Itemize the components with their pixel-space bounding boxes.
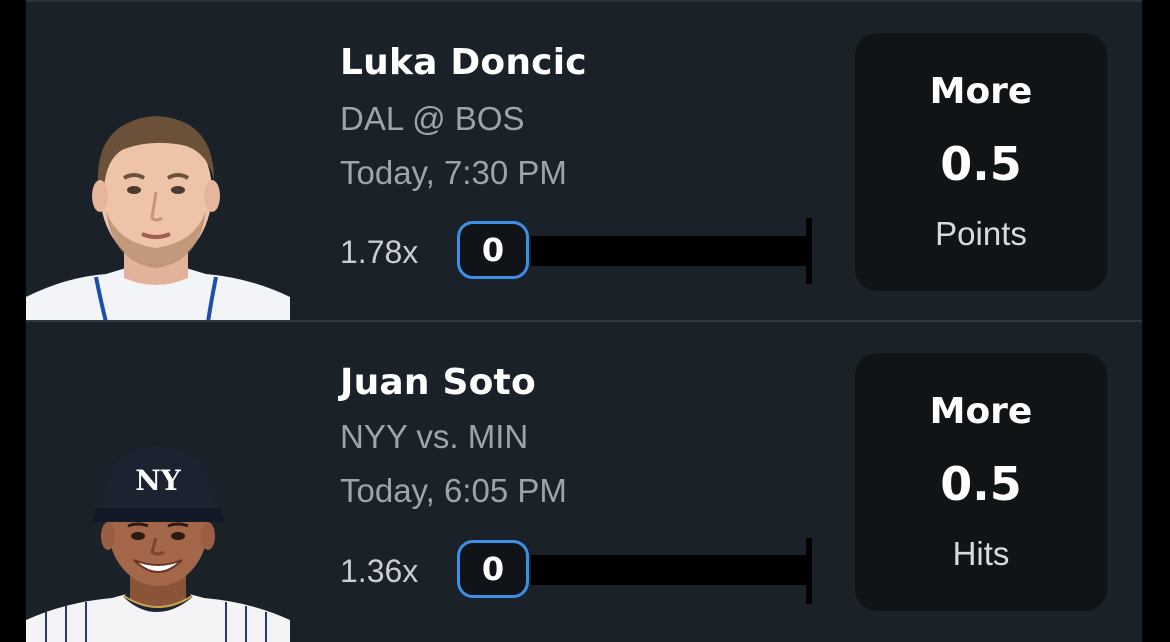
pick-direction: More xyxy=(929,391,1033,432)
pick-stat: Points xyxy=(935,215,1027,252)
pick-selection-box[interactable]: More 0.5 Hits xyxy=(855,353,1107,611)
matchup: DAL @ BOS xyxy=(340,100,525,137)
pick-list: Luka Doncic DAL @ BOS Today, 7:30 PM 1.7… xyxy=(0,0,1170,642)
progress-value-badge: 0 xyxy=(457,221,529,279)
pick-selection-box[interactable]: More 0.5 Points xyxy=(855,33,1107,291)
pick-direction: More xyxy=(929,71,1033,112)
payout-multiplier: 1.36x xyxy=(340,553,419,589)
pick-card-luka[interactable]: Luka Doncic DAL @ BOS Today, 7:30 PM 1.7… xyxy=(26,0,1142,322)
matchup: NYY vs. MIN xyxy=(340,418,529,455)
pick-stat: Hits xyxy=(952,535,1010,572)
progress-value-badge: 0 xyxy=(457,540,529,598)
game-time: Today, 6:05 PM xyxy=(340,472,567,509)
payout-multiplier: 1.78x xyxy=(340,234,419,270)
pick-line: 0.5 xyxy=(940,457,1022,511)
pick-card-soto[interactable]: NY Juan Soto NYY vs. MIN Today, 6:05 PM … xyxy=(26,322,1142,642)
progress-track xyxy=(531,555,809,585)
player-name: Luka Doncic xyxy=(340,42,587,83)
player-headshot-luka-icon xyxy=(26,92,290,322)
player-headshot-soto-icon: NY xyxy=(26,412,290,642)
progress-track xyxy=(531,236,809,266)
svg-text:NY: NY xyxy=(135,464,182,497)
game-time: Today, 7:30 PM xyxy=(340,154,567,191)
progress-goal-marker xyxy=(806,218,812,284)
progress-goal-marker xyxy=(806,538,812,604)
player-name: Juan Soto xyxy=(340,362,536,403)
pick-line: 0.5 xyxy=(940,137,1022,191)
